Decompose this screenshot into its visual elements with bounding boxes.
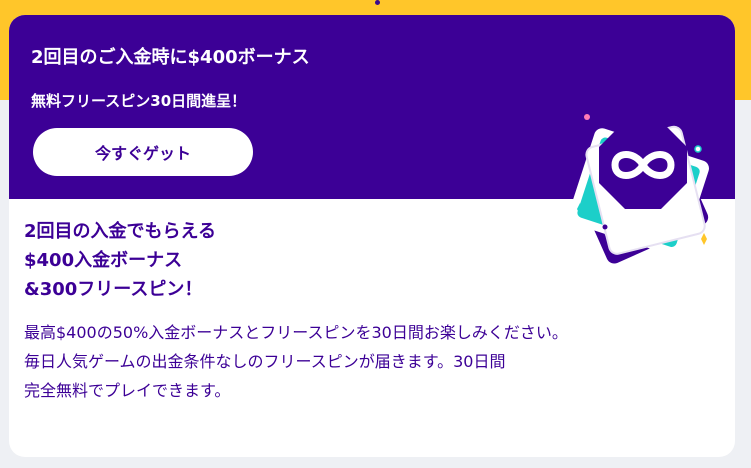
banner-title: 2回目のご入金時に$400ボーナス [31, 47, 310, 68]
offer-description: 最高$400の50%入金ボーナスとフリースピンを30日間お楽しみください。 毎日… [24, 318, 568, 405]
offer-heading: 2回目の入金でもらえる $400入金ボーナス &300フリースピン！ [24, 217, 216, 304]
get-now-button[interactable]: 今すぐゲット [33, 128, 253, 176]
banner-subtitle: 無料フリースピン30日間進呈！ [31, 92, 247, 110]
offer-heading-line: &300フリースピン！ [24, 279, 203, 300]
description-line: 最高$400の50%入金ボーナスとフリースピンを30日間お楽しみください。 [24, 323, 568, 342]
indicator-dot [375, 0, 380, 5]
description-line: 完全無料でプレイできます。 [24, 381, 231, 400]
offer-heading-line: $400入金ボーナス [24, 250, 183, 271]
description-line: 毎日人気ゲームの出金条件なしのフリースピンが届きます。30日間 [24, 352, 506, 371]
offer-heading-line: 2回目の入金でもらえる [24, 221, 216, 242]
cards-infinity-icon [568, 114, 709, 264]
promo-card: 2回目のご入金時に$400ボーナス 無料フリースピン30日間進呈！ 今すぐゲット… [9, 15, 735, 457]
